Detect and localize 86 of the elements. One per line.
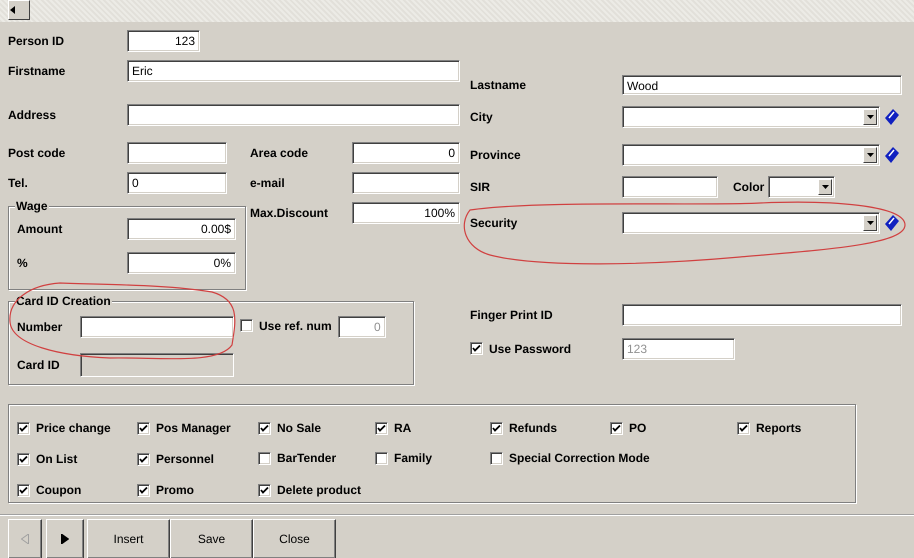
- input-field[interactable]: [622, 176, 718, 198]
- input-field[interactable]: [80, 353, 234, 377]
- dropdown-button[interactable]: [863, 215, 877, 231]
- caret-icon: [822, 185, 828, 189]
- checkbox[interactable]: Price change: [17, 421, 111, 436]
- checkmark-icon: [19, 454, 28, 464]
- diamond-icon[interactable]: [885, 147, 899, 163]
- combo-box[interactable]: [622, 212, 880, 234]
- checkbox[interactable]: Pos Manager: [137, 421, 231, 436]
- checkbox[interactable]: Special Correction Mode: [490, 451, 650, 466]
- input-field[interactable]: 0: [127, 172, 227, 194]
- scroll-button[interactable]: [8, 0, 30, 20]
- field-label: Number: [16, 320, 64, 334]
- checkmark-icon: [19, 486, 28, 495]
- diamond-icon[interactable]: [885, 109, 899, 125]
- checkmark-icon: [377, 424, 386, 433]
- checkbox[interactable]: No Sale: [258, 421, 322, 436]
- field-label: Tel.: [8, 176, 29, 190]
- input-field[interactable]: 0.00$: [127, 218, 236, 240]
- input-field[interactable]: Wood: [622, 75, 902, 95]
- checkbox[interactable]: Family: [375, 451, 432, 466]
- checkbox[interactable]: PO: [610, 421, 646, 436]
- field-label: Address: [8, 108, 58, 122]
- combo-box[interactable]: [622, 144, 880, 166]
- checkbox[interactable]: On List: [17, 452, 78, 466]
- caret-icon: [866, 153, 874, 157]
- caret-icon: [866, 115, 874, 119]
- checkmark-icon: [260, 424, 269, 433]
- input-field[interactable]: [127, 104, 460, 126]
- field-label: Max.Discount: [250, 206, 330, 220]
- input-field[interactable]: 123: [127, 30, 200, 52]
- field-label: Area code: [250, 146, 310, 160]
- checkbox[interactable]: BarTender: [258, 451, 336, 466]
- checkmark-icon: [739, 424, 748, 433]
- diamond-icon[interactable]: [885, 215, 899, 231]
- input-field[interactable]: 0: [352, 142, 460, 164]
- field-label: Firstname: [8, 64, 66, 78]
- checkmark-icon: [492, 424, 501, 433]
- checkmark-icon: [139, 454, 148, 464]
- caret-icon: [866, 221, 874, 225]
- checkmark-icon: [19, 424, 28, 433]
- field-label: Color: [733, 180, 766, 194]
- input-field[interactable]: [80, 316, 234, 338]
- checkbox[interactable]: Promo: [137, 483, 194, 498]
- checkbox[interactable]: Personnel: [137, 452, 214, 466]
- field-label: City: [470, 110, 494, 124]
- action-button[interactable]: Close: [253, 519, 336, 558]
- checkbox[interactable]: Coupon: [17, 483, 82, 498]
- field-label: Person ID: [8, 34, 66, 48]
- dropdown-button[interactable]: [863, 109, 877, 125]
- checkmark-icon: [612, 424, 621, 433]
- checkmark-icon: [260, 486, 269, 495]
- field-label: Province: [470, 148, 522, 162]
- field-label: e-mail: [250, 176, 286, 190]
- input-field[interactable]: [622, 304, 902, 326]
- combo-box[interactable]: [622, 106, 880, 128]
- field-label: Finger Print ID: [470, 308, 554, 322]
- field-label: Lastname: [470, 78, 528, 92]
- checkmark-icon: [472, 344, 481, 354]
- action-button[interactable]: Save: [170, 519, 253, 558]
- field-label: %: [16, 256, 29, 270]
- combo-box[interactable]: [768, 176, 835, 198]
- action-button[interactable]: Insert: [87, 519, 170, 558]
- dropdown-button[interactable]: [863, 147, 877, 163]
- checkmark-icon: [139, 424, 148, 433]
- field-label: Post code: [8, 146, 66, 160]
- next-button[interactable]: [46, 519, 84, 558]
- field-label: Card ID: [16, 358, 61, 372]
- checkbox[interactable]: Delete product: [258, 483, 362, 498]
- input-field[interactable]: [127, 142, 227, 164]
- field-label: Amount: [16, 222, 64, 236]
- left-triangle-icon: [21, 534, 29, 544]
- field-label: Security: [470, 216, 518, 230]
- checkbox[interactable]: Refunds: [490, 421, 557, 436]
- input-field[interactable]: Eric: [127, 60, 460, 82]
- left-arrow-icon: [10, 6, 15, 14]
- field-label: SIR: [470, 180, 492, 194]
- checkmark-icon: [139, 486, 148, 495]
- input-field[interactable]: 100%: [352, 202, 460, 224]
- checkbox[interactable]: RA: [375, 421, 412, 436]
- checkbox[interactable]: Reports: [737, 421, 802, 436]
- dropdown-button[interactable]: [818, 179, 832, 195]
- input-field[interactable]: 0%: [127, 252, 236, 274]
- input-field[interactable]: [352, 172, 460, 194]
- right-triangle-icon: [61, 534, 69, 544]
- group-title: Wage: [15, 199, 49, 213]
